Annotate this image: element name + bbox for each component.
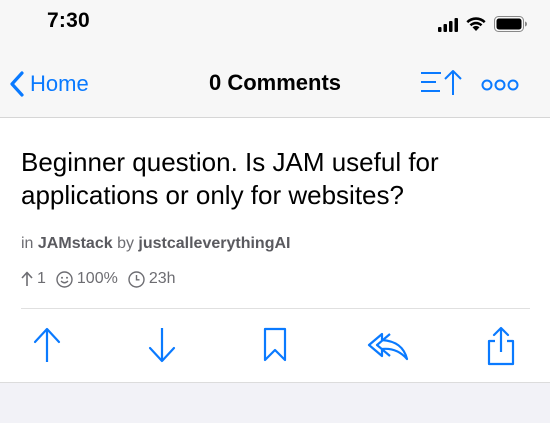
community-link[interactable]: JAMstack — [38, 235, 113, 252]
ratio-stat: 100% — [56, 270, 118, 288]
status-time: 7:30 — [47, 9, 90, 32]
post-stats: 1 100% 23h — [21, 270, 186, 288]
ratio-value: 100% — [76, 270, 118, 287]
author-link[interactable]: justcalleverythingAI — [138, 235, 290, 252]
more-icon — [481, 79, 519, 91]
page-title: 0 Comments — [208, 70, 342, 95]
age-value: 23h — [148, 270, 176, 287]
downvote-button[interactable] — [146, 326, 178, 369]
clock-icon — [128, 270, 145, 288]
meta-in-label: in — [21, 235, 34, 252]
battery-icon — [494, 16, 527, 32]
downvote-icon — [148, 328, 176, 363]
sort-button[interactable] — [419, 68, 467, 103]
save-button[interactable] — [262, 326, 288, 369]
post-title: Beginner question. Is JAM useful for app… — [21, 147, 439, 210]
score-value: 1 — [37, 270, 46, 287]
post-meta: in JAMstack by justcalleverythingAI — [21, 235, 290, 253]
status-icons — [438, 12, 528, 34]
bookmark-icon — [263, 327, 287, 362]
more-button[interactable] — [481, 78, 519, 97]
upvote-icon — [33, 327, 61, 362]
navigation-bar: 7:30 Home 0 Comments — [0, 0, 550, 118]
share-icon — [487, 326, 515, 366]
upvote-button[interactable] — [31, 326, 63, 369]
share-button[interactable] — [486, 326, 516, 371]
reply-icon — [367, 332, 409, 361]
smiley-icon — [56, 270, 73, 288]
arrow-up-icon — [21, 271, 33, 286]
post-card: Beginner question. Is JAM useful for app… — [0, 118, 550, 383]
age-stat: 23h — [128, 270, 176, 288]
divider — [21, 308, 530, 309]
meta-by-label: by — [117, 235, 134, 252]
signal-icon — [438, 18, 458, 32]
screen: 7:30 Home 0 Comments Beginner question. … — [0, 0, 550, 423]
score-stat: 1 — [21, 270, 46, 288]
sort-icon — [421, 70, 462, 95]
reply-button[interactable] — [366, 326, 410, 369]
wifi-icon — [466, 17, 486, 31]
